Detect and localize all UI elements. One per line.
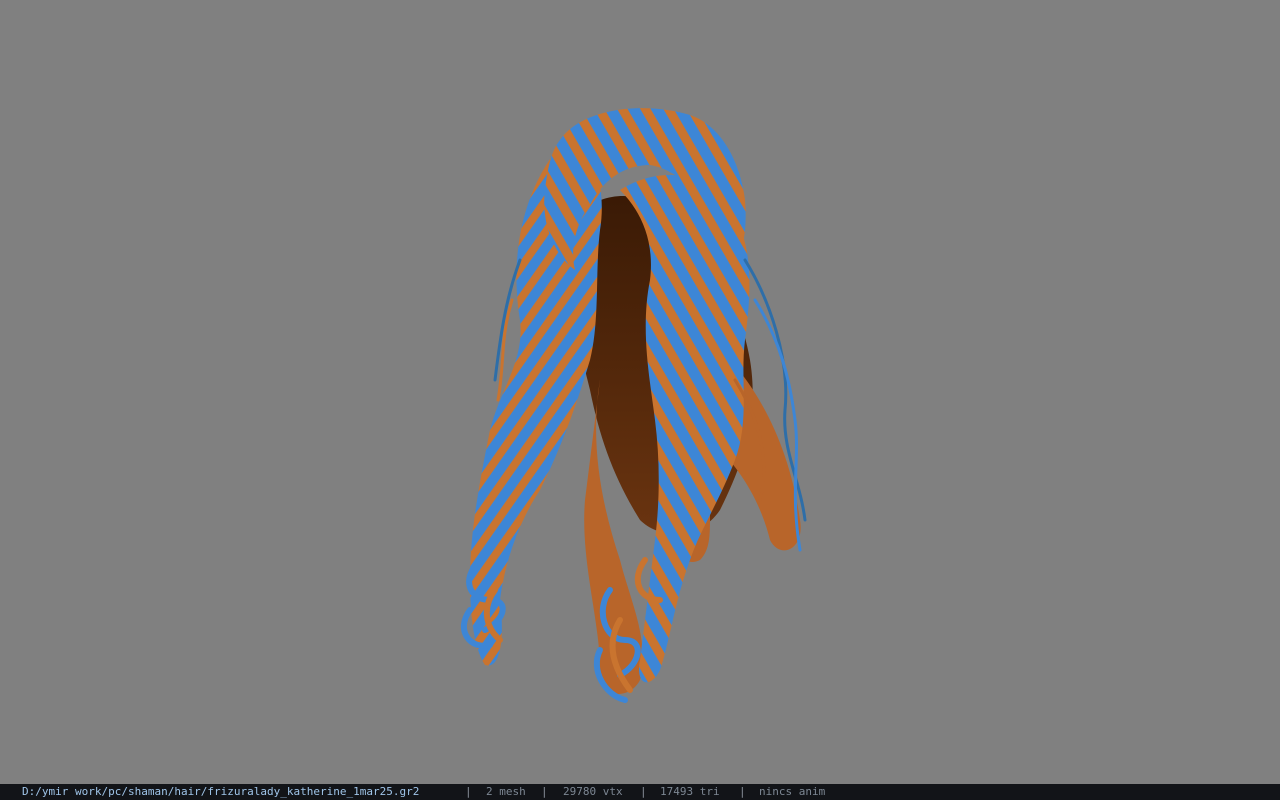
status-bar: D:/ymir work/pc/shaman/hair/frizuralady_… bbox=[0, 784, 1280, 800]
status-animation: nincs anim bbox=[759, 785, 826, 798]
status-mesh-count: 2 mesh bbox=[486, 785, 526, 798]
status-triangle-count: 17493 tri bbox=[660, 785, 720, 798]
status-file-path: D:/ymir work/pc/shaman/hair/frizuralady_… bbox=[22, 785, 420, 798]
status-separator: | bbox=[739, 785, 746, 798]
3d-viewport[interactable] bbox=[0, 0, 1280, 784]
status-separator: | bbox=[541, 785, 548, 798]
status-vertex-count: 29780 vtx bbox=[563, 785, 623, 798]
status-separator: | bbox=[640, 785, 647, 798]
status-separator: | bbox=[465, 785, 472, 798]
hair-model-render bbox=[461, 108, 807, 703]
hair-lock-left bbox=[470, 140, 602, 666]
